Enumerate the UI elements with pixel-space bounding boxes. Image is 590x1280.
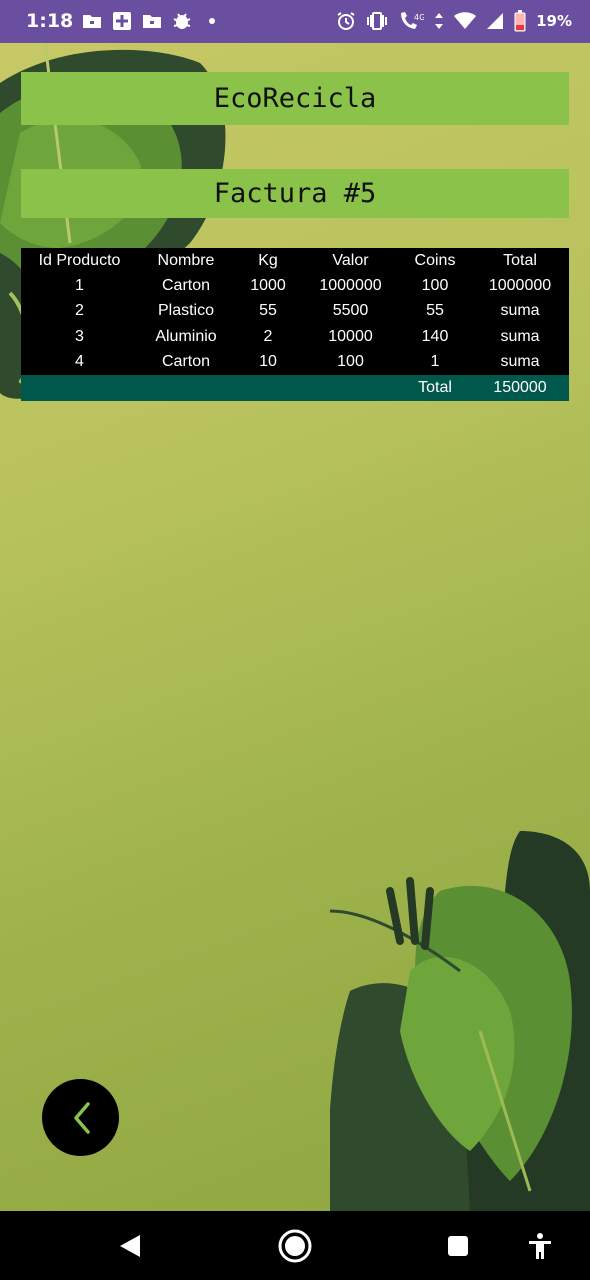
column-header: Nombre — [157, 251, 215, 269]
app-title: EcoRecicla — [213, 83, 377, 114]
dot-icon — [209, 18, 215, 24]
column-header: Total — [503, 251, 537, 269]
data-arrows-icon — [435, 13, 444, 29]
svg-text:4G: 4G — [414, 13, 424, 22]
table-header-row: Id Producto Nombre Kg Valor Coins Total — [21, 248, 569, 273]
table-cell: Plastico — [157, 302, 215, 320]
table-cell: 140 — [421, 327, 449, 345]
table-cell: 100 — [337, 353, 364, 371]
table-cell: suma — [500, 302, 540, 320]
column-header: Kg — [258, 251, 278, 269]
recents-square-icon[interactable] — [447, 1235, 469, 1257]
app-title-banner: EcoRecicla — [21, 72, 569, 125]
home-circle-icon[interactable] — [277, 1228, 313, 1264]
bug-icon — [173, 13, 191, 29]
table-cell: 2 — [75, 302, 84, 320]
folder-icon — [143, 15, 161, 28]
status-icons-right: 4G 19% — [336, 10, 572, 32]
column-header: Coins — [414, 251, 456, 269]
invoice-title-banner: Factura #5 — [21, 169, 569, 218]
table-cell: 1000000 — [319, 277, 382, 295]
column-header: Valor — [332, 251, 369, 269]
vibrate-icon — [367, 12, 388, 30]
table-cell: 1000 — [250, 277, 286, 295]
table-row: 1 Carton 1000 1000000 100 1000000 — [21, 273, 569, 298]
back-button[interactable] — [42, 1079, 119, 1156]
battery-low-icon — [514, 10, 526, 32]
table-cell: suma — [500, 353, 540, 371]
table-cell: 1 — [430, 353, 440, 371]
battery-percentage: 19% — [536, 12, 572, 30]
chevron-left-icon — [73, 1101, 90, 1134]
table-cell: 2 — [263, 327, 273, 345]
table-cell: 5500 — [332, 302, 369, 320]
column-header: Id Producto — [38, 251, 121, 269]
status-bar: 1:18 4G 19% — [0, 0, 590, 43]
table-cell: 1 — [75, 277, 84, 295]
total-value: 150000 — [493, 378, 547, 396]
system-nav-bar — [0, 1211, 590, 1280]
wifi-icon — [454, 12, 477, 29]
table-row: 4 Carton 10 100 1 suma — [21, 350, 569, 375]
table-cell: 55 — [426, 302, 444, 320]
table-cell: 10000 — [328, 327, 373, 345]
notification-icons — [82, 11, 222, 31]
table-cell: 10 — [259, 353, 277, 371]
table-cell: 4 — [75, 353, 84, 371]
add-box-icon — [113, 12, 131, 30]
alarm-icon — [337, 12, 355, 30]
total-label: Total — [418, 378, 452, 396]
table-row: 2 Plastico 55 5500 55 suma — [21, 299, 569, 324]
table-cell: 3 — [75, 327, 84, 345]
main-content: EcoRecicla Factura #5 Id Producto Nombre… — [0, 43, 590, 1211]
signal-icon — [487, 13, 504, 29]
table-cell: 1000000 — [488, 277, 552, 295]
table-cell: Aluminio — [155, 327, 217, 345]
wifi-call-icon: 4G — [401, 12, 424, 29]
table-cell: Carton — [161, 277, 211, 295]
table-total-row: Total 150000 — [21, 374, 569, 401]
table-row: 3 Aluminio 2 10000 140 suma — [21, 324, 569, 349]
accessibility-icon[interactable] — [527, 1232, 553, 1260]
monstera-leaf-decoration — [330, 831, 590, 1211]
status-time: 1:18 — [26, 10, 74, 32]
table-cell: 55 — [259, 302, 277, 320]
invoice-title: Factura #5 — [213, 178, 377, 209]
table-cell: 100 — [421, 277, 449, 295]
folder-icon — [83, 15, 101, 28]
invoice-table: Id Producto Nombre Kg Valor Coins Total … — [21, 248, 569, 401]
table-cell: Carton — [161, 353, 211, 371]
table-cell: suma — [500, 327, 540, 345]
back-triangle-icon[interactable] — [118, 1233, 142, 1259]
